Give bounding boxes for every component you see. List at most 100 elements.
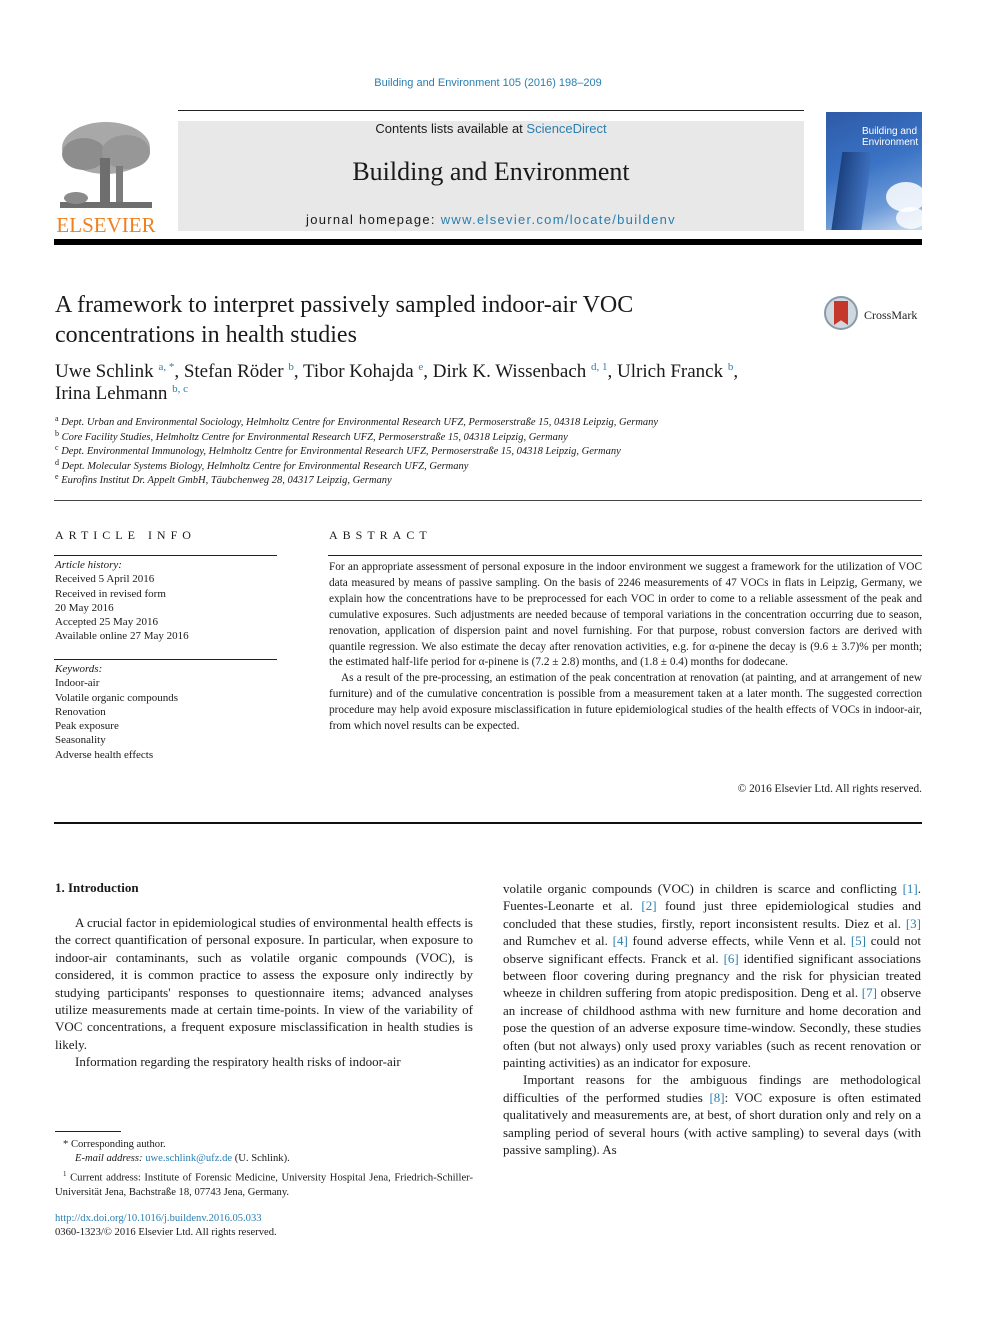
body-column-left: A crucial factor in epidemiological stud…	[55, 914, 473, 1071]
history-item: 20 May 2016	[55, 601, 114, 614]
article-history-list: Received 5 April 2016 Received in revised…	[55, 572, 277, 643]
citation-link[interactable]: [8]	[709, 1090, 724, 1105]
author-name[interactable]: Dirk K. Wissenbach	[433, 361, 587, 382]
citation-link[interactable]: [2]	[641, 898, 656, 913]
keyword-item[interactable]: Peak exposure	[55, 719, 277, 733]
citation-link[interactable]: [5]	[851, 933, 866, 948]
section-heading-introduction: 1. Introduction	[55, 880, 139, 895]
elsevier-wordmark: ELSEVIER	[56, 213, 156, 237]
sciencedirect-link[interactable]: ScienceDirect	[526, 121, 606, 136]
homepage-link[interactable]: www.elsevier.com/locate/buildenv	[441, 212, 676, 227]
abstract-paragraph: As a result of the pre-processing, an es…	[329, 672, 922, 733]
homepage-line: journal homepage: www.elsevier.com/locat…	[178, 212, 804, 227]
affiliation-list: a Dept. Urban and Environmental Sociolog…	[55, 415, 815, 489]
affiliation-text: Dept. Molecular Systems Biology, Helmhol…	[59, 460, 469, 472]
affiliation-item: d Dept. Molecular Systems Biology, Helmh…	[55, 458, 815, 475]
email-link[interactable]: uwe.schlink@ufz.de	[145, 1153, 232, 1164]
contents-line: Contents lists available at ScienceDirec…	[178, 121, 804, 136]
crossmark-badge[interactable]: CrossMark	[824, 296, 924, 336]
history-item: Received in revised form	[55, 587, 166, 600]
contents-prefix: Contents lists available at	[375, 121, 527, 136]
keywords-block: Keywords: Indoor-air Volatile organic com…	[55, 662, 277, 762]
article-title: A framework to interpret passively sampl…	[55, 292, 634, 348]
doi-block: http://dx.doi.org/10.1016/j.buildenv.201…	[55, 1212, 473, 1241]
email-suffix: (U. Schlink).	[232, 1153, 290, 1165]
author-name[interactable]: Stefan Röder	[184, 361, 284, 382]
author-name[interactable]: Ulrich Franck	[617, 361, 723, 382]
header-rule	[178, 110, 804, 111]
author-separator: ,	[293, 361, 303, 382]
affiliation-item: e Eurofins Institut Dr. Appelt GmbH, Täu…	[55, 473, 815, 489]
cover-building-graphic	[829, 152, 873, 230]
cover-title-line: Environment	[862, 137, 919, 148]
abstract-rule	[328, 555, 922, 556]
affiliation-text: Dept. Environmental Immunology, Helmholt…	[58, 446, 621, 457]
keyword-item[interactable]: Seasonality	[55, 733, 277, 747]
abstract-text: For an appropriate assessment of persona…	[329, 560, 922, 735]
author-name[interactable]: Irina Lehmann	[55, 383, 167, 404]
article-history-label: Article history:	[55, 559, 122, 571]
author-separator: ,	[423, 361, 433, 382]
cover-cloud-graphic	[896, 207, 922, 229]
affiliation-text: Core Facility Studies, Helmholtz Centre …	[59, 431, 568, 443]
body-paragraph: A crucial factor in epidemiological stud…	[55, 915, 473, 1052]
affiliation-text: Eurofins Institut Dr. Appelt GmbH, Täubc…	[58, 475, 392, 486]
body-column-right: volatile organic compounds (VOC) in chil…	[503, 880, 921, 1159]
author-list: Uwe Schlink a, *, Stefan Röder b, Tibor …	[55, 361, 835, 405]
journal-reference[interactable]: Building and Environment 105 (2016) 198–…	[0, 77, 976, 89]
keyword-item[interactable]: Renovation	[55, 705, 277, 719]
cover-title-line: Building and	[862, 126, 918, 137]
footnote-rule	[55, 1131, 121, 1132]
email-label: E-mail address:	[75, 1153, 146, 1165]
journal-cover-image[interactable]: Building and Environment	[826, 112, 922, 230]
footnote-1: 1 Current address: Institute of Forensic…	[55, 1167, 473, 1200]
author-affiliation-marker[interactable]: d, 1	[591, 361, 608, 373]
citation-link[interactable]: [7]	[862, 985, 877, 1000]
history-item: Available online 27 May 2016	[55, 630, 189, 643]
article-info-rule	[54, 555, 277, 556]
affiliation-item: a Dept. Urban and Environmental Sociolog…	[55, 415, 815, 431]
cover-title: Building and Environment	[862, 126, 918, 148]
footnote-1-text: Current address: Institute of Forensic M…	[55, 1172, 473, 1198]
affiliation-item: b Core Facility Studies, Helmholtz Centr…	[55, 429, 815, 446]
footnotes: * Corresponding author. E-mail address: …	[55, 1138, 473, 1200]
issn-copyright: 0360-1323/© 2016 Elsevier Ltd. All right…	[55, 1227, 277, 1239]
homepage-prefix: journal homepage:	[306, 212, 441, 227]
affiliation-text: Dept. Urban and Environmental Sociology,…	[58, 417, 659, 428]
citation-link[interactable]: [6]	[724, 951, 739, 966]
footnote-email: E-mail address: uwe.schlink@ufz.de (U. S…	[55, 1152, 473, 1166]
history-item: Received 5 April 2016	[55, 573, 155, 586]
article-history: Article history: Received 5 April 2016 Re…	[55, 558, 277, 644]
abstract-copyright: © 2016 Elsevier Ltd. All rights reserved…	[737, 783, 922, 795]
keyword-item[interactable]: Volatile organic compounds	[55, 691, 277, 705]
author-name[interactable]: Tibor Kohajda	[303, 361, 414, 382]
citation-link[interactable]: [3]	[906, 916, 921, 931]
affiliation-rule	[54, 500, 922, 501]
crossmark-label: CrossMark	[864, 308, 918, 322]
affiliation-item: c Dept. Environmental Immunology, Helmho…	[55, 444, 815, 460]
header-thick-rule	[54, 239, 922, 245]
journal-title: Building and Environment	[352, 157, 630, 186]
author-separator: ,	[174, 361, 184, 382]
doi-link[interactable]: http://dx.doi.org/10.1016/j.buildenv.201…	[55, 1213, 262, 1224]
author-separator: ,	[607, 361, 618, 382]
article-info-heading: ARTICLE INFO	[55, 528, 196, 542]
keyword-item[interactable]: Indoor-air	[55, 676, 277, 690]
abstract-heading: ABSTRACT	[329, 528, 432, 542]
author-affiliation-marker[interactable]: a, *	[158, 361, 174, 373]
author-separator: ,	[733, 361, 739, 382]
citation-link[interactable]: [4]	[613, 933, 628, 948]
journal-banner: Contents lists available at ScienceDirec…	[178, 121, 804, 231]
footnote-corresponding: * Corresponding author.	[63, 1139, 166, 1150]
author-name[interactable]: Uwe Schlink	[55, 361, 154, 382]
history-item: Accepted 25 May 2016	[55, 616, 158, 629]
keywords-rule	[54, 659, 277, 660]
keyword-item[interactable]: Adverse health effects	[55, 748, 277, 762]
journal-reference-link[interactable]: Building and Environment 105 (2016) 198–…	[374, 77, 602, 89]
keywords-label: Keywords:	[55, 663, 103, 675]
citation-link[interactable]: [1]	[903, 881, 918, 896]
body-paragraph: Information regarding the respiratory he…	[75, 1054, 401, 1070]
abstract-paragraph: For an appropriate assessment of persona…	[329, 561, 922, 669]
author-affiliation-marker[interactable]: b, c	[172, 383, 188, 395]
body-paragraph: volatile organic compounds (VOC) in chil…	[503, 881, 922, 1071]
